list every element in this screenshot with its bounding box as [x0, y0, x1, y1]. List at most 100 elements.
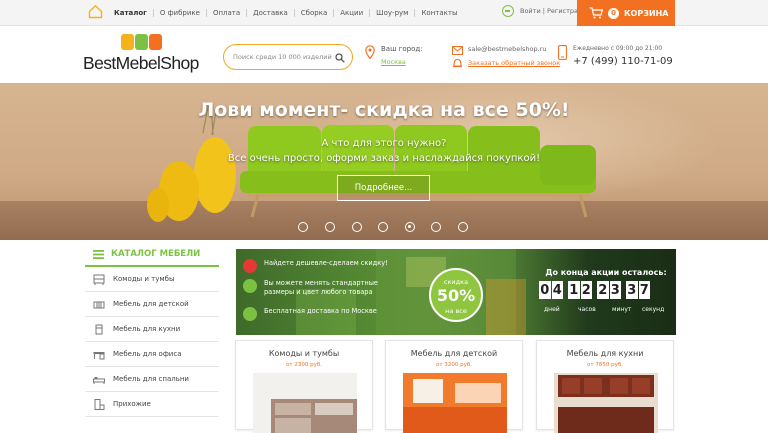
search-placeholder: Поиск среди 10 000 изделий	[233, 53, 332, 61]
promo-text: Бесплатная доставка по Москве	[264, 307, 377, 315]
nav-catalog[interactable]: Каталог	[108, 9, 153, 17]
promo-banner[interactable]: Найдете дешевле-сделаем скидку! Вы может…	[236, 249, 676, 335]
office-desk-icon	[93, 351, 105, 359]
nav-about[interactable]: О фибрике	[152, 9, 206, 17]
search-input[interactable]: Поиск среди 10 000 изделий	[223, 44, 353, 70]
unit-hours: часов	[578, 306, 596, 313]
sidebar-item-label: Мебель для спальни	[113, 375, 189, 383]
cart-label: КОРЗИНА	[624, 8, 669, 18]
header: BestMebelShop Поиск среди 10 000 изделий…	[0, 26, 768, 83]
card-price: от 2300 руб.	[286, 362, 322, 368]
home-icon[interactable]	[88, 4, 103, 19]
menu-icon	[93, 249, 104, 259]
sidebar-item-kitchen[interactable]: Мебель для кухни	[85, 317, 219, 342]
sidebar-item-label: Мебель для офиса	[113, 350, 182, 358]
promo-text: Вы можете менять стандартные размеры и ц…	[264, 279, 378, 296]
email-link[interactable]: sale@bestmebelshop.ru	[468, 45, 546, 53]
slider-dot-3[interactable]	[352, 222, 362, 232]
truck-icon	[243, 307, 257, 321]
card-title: Мебель для детской	[410, 349, 498, 358]
slider-dot-2[interactable]	[325, 222, 335, 232]
countdown-digit: 7	[638, 281, 650, 299]
cart-button[interactable]: 0 КОРЗИНА	[577, 0, 675, 26]
location-pin-icon	[365, 45, 375, 59]
hero-title: Лови момент- скидка на все 50%!	[198, 99, 570, 121]
envelope-icon	[452, 46, 463, 55]
sidebar-item-office[interactable]: Мебель для офиса	[85, 342, 219, 367]
bell-icon	[453, 58, 462, 68]
promo-item-custom-size: Вы можете менять стандартные размеры и ц…	[243, 279, 394, 296]
callback-link[interactable]: Заказать обратный звонок	[468, 59, 560, 67]
working-hours: Ежедневно с 09:00 до 21:00	[573, 45, 663, 52]
top-bar: Каталог О фибрике Оплата Доставка Сборка…	[0, 0, 768, 26]
slider-dot-1[interactable]	[298, 222, 308, 232]
unit-minutes: минут	[612, 306, 632, 313]
badge-top: скидка	[443, 278, 469, 286]
countdown-digit: 2	[580, 281, 592, 299]
catalog-header: КАТАЛОГ МЕБЕЛИ	[85, 243, 219, 267]
catalog-title: КАТАЛОГ МЕБЕЛИ	[111, 249, 201, 259]
unit-seconds: секунд	[642, 306, 665, 313]
search-icon[interactable]	[335, 53, 345, 63]
category-card-kids[interactable]: Мебель для детской от 3200 руб.	[385, 340, 523, 433]
slider-dot-4[interactable]	[378, 222, 388, 232]
slider-dot-5[interactable]	[405, 222, 415, 232]
kids-room-image	[403, 373, 507, 433]
logo-mark-icon	[121, 34, 162, 52]
countdown-digits: 0 4 1 2 2 3 3 7	[539, 281, 651, 299]
nav-sales[interactable]: Акции	[333, 9, 369, 17]
nav-showroom[interactable]: Шоу-рум	[369, 9, 414, 17]
nav-payment[interactable]: Оплата	[205, 9, 246, 17]
catalog-sidebar: КАТАЛОГ МЕБЕЛИ Комоды и тумбы Мебель для…	[85, 243, 219, 417]
sidebar-item-label: Прихожие	[113, 400, 151, 408]
resize-icon	[243, 279, 257, 293]
nav-delivery[interactable]: Доставка	[246, 9, 294, 17]
category-card-dressers[interactable]: Комоды и тумбы от 2300 руб.	[235, 340, 373, 433]
discount-badge: скидка 50% на все	[429, 268, 483, 322]
nav-contacts[interactable]: Контакты	[414, 9, 463, 17]
discount-tag-icon	[243, 259, 257, 273]
countdown-digit: 4	[551, 281, 563, 299]
cart-icon	[589, 7, 603, 19]
top-nav: Каталог О фибрике Оплата Доставка Сборка…	[108, 0, 463, 26]
city-value-link[interactable]: Москва	[381, 58, 406, 66]
hero-subtitle-1: А что для этого нужно?	[321, 138, 447, 149]
countdown-units: дней часов минут секунд	[536, 306, 672, 315]
logo[interactable]: BestMebelShop	[83, 34, 216, 78]
badge-value: 50%	[436, 286, 476, 305]
countdown-title: До конца акции осталось:	[545, 268, 667, 277]
hero-banner[interactable]: Лови момент- скидка на все 50%! А что дл…	[0, 83, 768, 240]
countdown-digit: 2	[597, 281, 609, 299]
city-label: Ваш город:	[381, 45, 423, 53]
category-card-kitchen[interactable]: Мебель для кухни от 7850 руб.	[536, 340, 674, 433]
promo-text: Найдете дешевле-сделаем скидку!	[264, 259, 388, 267]
hero-subtitle-2: Все очень просто, оформи заказ и наслажд…	[227, 153, 541, 164]
unit-days: дней	[544, 306, 560, 313]
kitchen-image	[554, 373, 658, 433]
phone-icon	[558, 45, 567, 60]
sidebar-item-kids[interactable]: Мебель для детской	[85, 292, 219, 317]
slider-dot-7[interactable]	[458, 222, 468, 232]
countdown-digit: 3	[626, 281, 638, 299]
slider-dot-6[interactable]	[431, 222, 441, 232]
dresser-image	[253, 373, 357, 433]
sidebar-item-bedroom[interactable]: Мебель для спальни	[85, 367, 219, 392]
sidebar-item-hallway[interactable]: Прихожие	[85, 392, 219, 417]
bed-icon	[93, 376, 105, 384]
phone-number[interactable]: +7 (499) 110-71-09	[573, 56, 673, 67]
card-title: Мебель для кухни	[566, 349, 644, 358]
hero-more-button[interactable]: Подробнее...	[337, 175, 430, 201]
sidebar-item-dressers[interactable]: Комоды и тумбы	[85, 267, 219, 292]
logo-text: BestMebelShop	[83, 53, 199, 73]
card-price: от 3200 руб.	[436, 362, 472, 368]
hallway-icon	[94, 398, 105, 410]
countdown-digit: 0	[539, 281, 551, 299]
crib-icon	[93, 301, 105, 308]
sidebar-item-label: Мебель для кухни	[113, 325, 181, 333]
sidebar-item-label: Комоды и тумбы	[113, 275, 175, 283]
dresser-icon	[93, 274, 105, 285]
slider-dots	[0, 222, 768, 234]
badge-bottom: на все	[445, 307, 467, 315]
nav-assembly[interactable]: Сборка	[293, 9, 333, 17]
kitchen-icon	[95, 324, 103, 334]
